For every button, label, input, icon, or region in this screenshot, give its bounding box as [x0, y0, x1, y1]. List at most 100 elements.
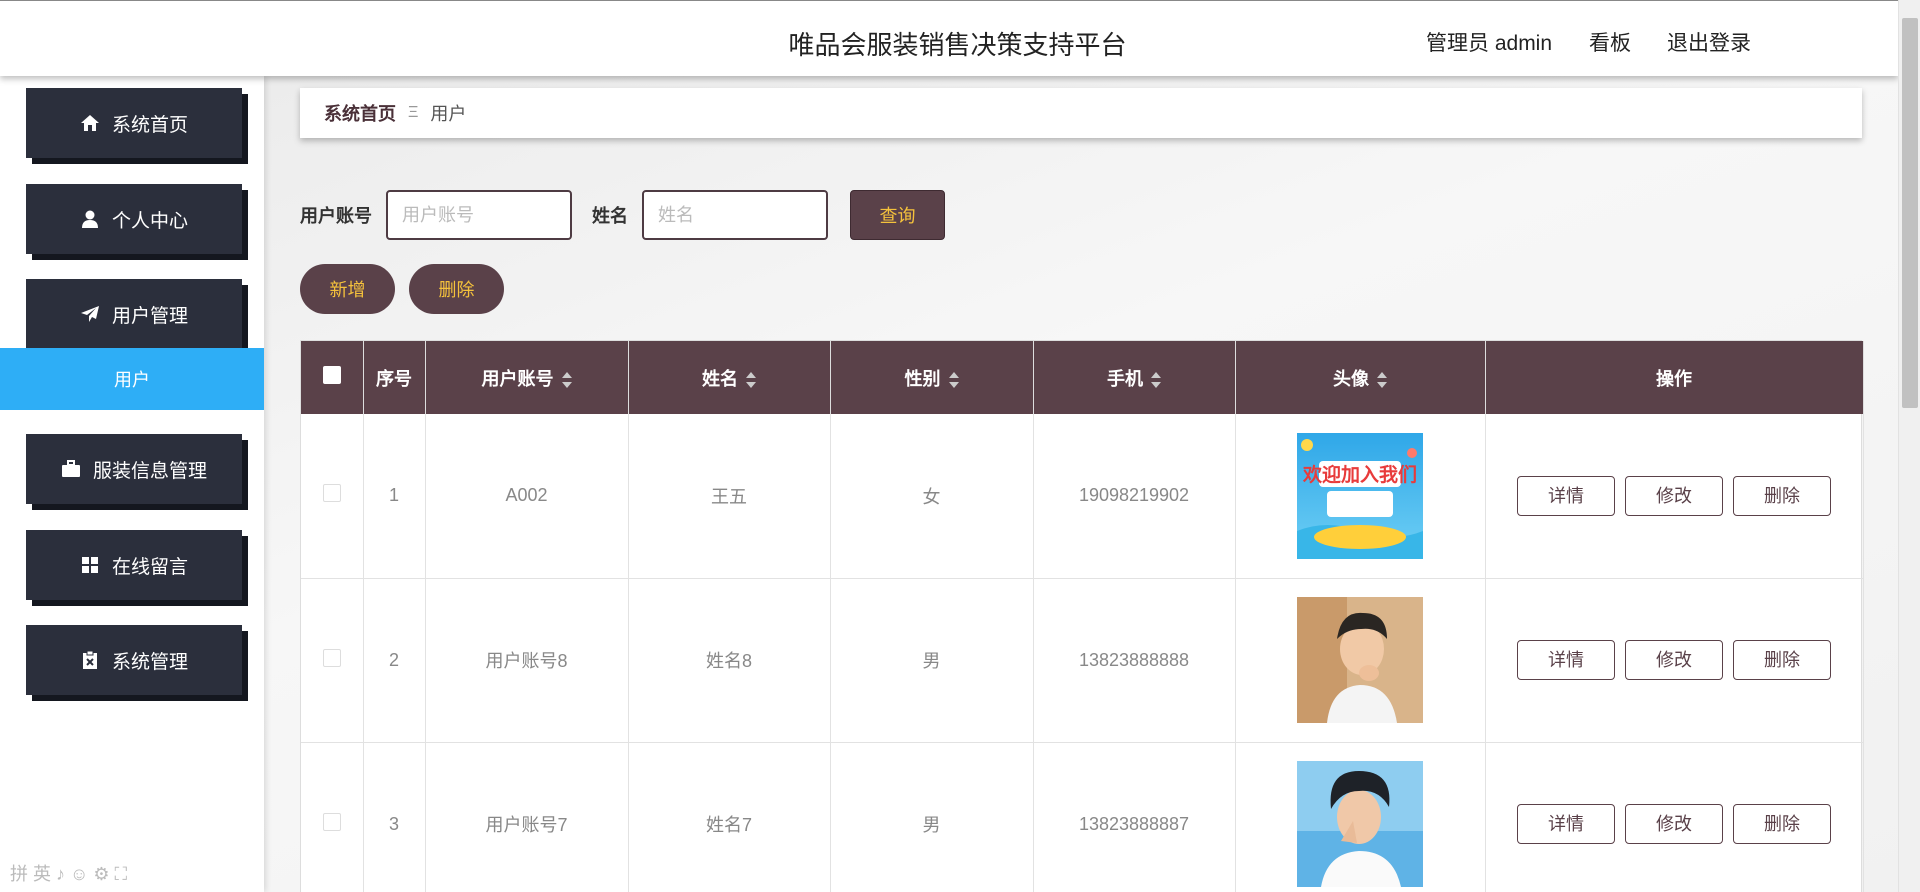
- batch-delete-button[interactable]: 删除: [409, 264, 504, 314]
- edit-button[interactable]: 修改: [1625, 804, 1723, 844]
- home-icon: [80, 113, 100, 133]
- gender-cell: 女: [830, 414, 1034, 579]
- operations-cell: 详情 修改 删除: [1485, 742, 1864, 892]
- name-label: 姓名: [592, 206, 628, 226]
- sidebar-item-system[interactable]: 系统管理: [26, 625, 242, 695]
- row-checkbox[interactable]: [322, 484, 341, 503]
- column-header-operations: 操作: [1485, 341, 1864, 414]
- detail-button[interactable]: 详情: [1517, 475, 1615, 516]
- account-search-input[interactable]: [386, 190, 572, 240]
- column-header-label: 姓名: [702, 368, 738, 389]
- column-header-label: 手机: [1107, 368, 1143, 389]
- avatar-photo-boy[interactable]: [1297, 597, 1423, 723]
- delete-button[interactable]: 删除: [1733, 640, 1831, 680]
- table-row: 3 用户账号7 姓名7 男 13823888887 详情 修改 删除: [301, 742, 1864, 892]
- action-bar: 新增 删除: [300, 264, 504, 314]
- sidebar-item-label: 个人中心: [111, 210, 188, 232]
- column-header-gender[interactable]: 性别: [830, 341, 1034, 414]
- sidebar-item-label: 服装信息管理: [92, 460, 207, 482]
- query-button[interactable]: 查询: [850, 190, 945, 240]
- sidebar-subitem-users[interactable]: 用户: [0, 348, 264, 410]
- account-cell: A002: [425, 414, 629, 579]
- breadcrumb-current: 用户: [430, 104, 467, 124]
- name-cell: 姓名7: [628, 742, 831, 892]
- select-all-cell: [301, 341, 364, 414]
- breadcrumb: 系统首页 Ξ 用户: [300, 88, 1862, 138]
- name-search-input[interactable]: [642, 190, 828, 240]
- sidebar-item-label: 系统管理: [111, 651, 188, 673]
- sidebar-item-home[interactable]: 系统首页: [26, 88, 242, 158]
- avatar-cell: [1235, 742, 1486, 892]
- delete-button[interactable]: 删除: [1733, 804, 1831, 844]
- sort-icon[interactable]: [948, 371, 959, 388]
- avatar-photo-man[interactable]: [1297, 761, 1423, 887]
- sidebar-item-user-management[interactable]: 用户管理: [26, 279, 242, 349]
- top-header: 唯品会服装销售决策支持平台 管理员 admin 看板 退出登录: [0, 0, 1898, 76]
- table-row: 2 用户账号8 姓名8 男 13823888888 详情 修改 删除: [301, 578, 1864, 743]
- sidebar-item-label: 用户管理: [111, 305, 188, 327]
- edit-button[interactable]: 修改: [1625, 475, 1723, 516]
- detail-button[interactable]: 详情: [1517, 640, 1615, 680]
- column-header-avatar[interactable]: 头像: [1235, 341, 1486, 414]
- row-checkbox[interactable]: [322, 812, 341, 831]
- table-header-row: 序号 用户账号 姓名 性别 手机 头像 操作: [301, 341, 1864, 414]
- column-header-name[interactable]: 姓名: [628, 341, 831, 414]
- avatar-caption: 欢迎加入我们: [1302, 463, 1417, 486]
- sidebar-item-messages[interactable]: 在线留言: [26, 530, 242, 600]
- account-cell: 用户账号8: [425, 578, 629, 743]
- logout-link[interactable]: 退出登录: [1667, 27, 1751, 57]
- column-header-index: 序号: [363, 341, 426, 414]
- index-cell: 1: [363, 414, 426, 579]
- scrollbar-thumb[interactable]: [1902, 18, 1918, 408]
- column-header-account[interactable]: 用户账号: [425, 341, 629, 414]
- name-cell: 王五: [628, 414, 831, 579]
- operations-cell: 详情 修改 删除: [1485, 578, 1864, 743]
- account-cell: 用户账号7: [425, 742, 629, 892]
- sort-icon[interactable]: [1151, 371, 1161, 388]
- ime-toolbar[interactable]: 拼 英 ♪ ☺ ⚙ ⛶: [10, 860, 127, 886]
- select-all-checkbox[interactable]: [322, 366, 341, 384]
- phone-cell: 13823888887: [1033, 742, 1236, 892]
- column-header-label: 头像: [1333, 368, 1369, 389]
- dashboard-link[interactable]: 看板: [1589, 27, 1631, 57]
- row-select-cell: [301, 414, 364, 579]
- sidebar-item-profile[interactable]: 个人中心: [26, 184, 242, 254]
- user-table: 序号 用户账号 姓名 性别 手机 头像 操作 1 A002 王五 女 19098…: [300, 340, 1864, 892]
- row-select-cell: [301, 578, 364, 743]
- avatar-cell: [1235, 578, 1486, 743]
- sort-icon[interactable]: [746, 371, 756, 388]
- gender-cell: 男: [830, 742, 1034, 892]
- column-header-phone[interactable]: 手机: [1033, 341, 1236, 414]
- breadcrumb-separator-icon: Ξ: [408, 104, 419, 121]
- row-checkbox[interactable]: [322, 648, 341, 667]
- user-icon: [80, 209, 100, 229]
- briefcase-icon: [61, 459, 81, 479]
- account-label: 用户账号: [300, 206, 372, 226]
- sort-icon[interactable]: [561, 371, 572, 388]
- column-header-label: 用户账号: [481, 368, 554, 389]
- index-cell: 3: [363, 742, 426, 892]
- search-bar: 用户账号 姓名 查询: [300, 190, 945, 240]
- paper-plane-icon: [80, 304, 100, 324]
- table-row: 1 A002 王五 女 19098219902 欢迎加入我们 详情 修改 删除: [301, 414, 1864, 579]
- breadcrumb-home[interactable]: 系统首页: [324, 100, 396, 126]
- clipboard-icon: [80, 650, 100, 670]
- main-content: 系统首页 Ξ 用户 用户账号 姓名 查询 新增 删除 序号 用户账号 姓名: [264, 76, 1898, 892]
- page-scrollbar[interactable]: [1898, 0, 1920, 892]
- admin-user-link[interactable]: 管理员 admin: [1426, 27, 1552, 57]
- sidebar-item-clothing-info[interactable]: 服装信息管理: [26, 434, 242, 504]
- name-cell: 姓名8: [628, 578, 831, 743]
- add-button[interactable]: 新增: [300, 264, 395, 314]
- phone-cell: 13823888888: [1033, 578, 1236, 743]
- delete-button[interactable]: 删除: [1733, 475, 1831, 516]
- phone-cell: 19098219902: [1033, 414, 1236, 579]
- operations-cell: 详情 修改 删除: [1485, 414, 1864, 579]
- sort-icon[interactable]: [1377, 371, 1387, 388]
- gender-cell: 男: [830, 578, 1034, 743]
- avatar-welcome-image[interactable]: 欢迎加入我们: [1297, 432, 1423, 559]
- detail-button[interactable]: 详情: [1517, 804, 1615, 844]
- edit-button[interactable]: 修改: [1625, 640, 1723, 680]
- row-select-cell: [301, 742, 364, 892]
- grid-icon: [80, 555, 100, 575]
- index-cell: 2: [363, 578, 426, 743]
